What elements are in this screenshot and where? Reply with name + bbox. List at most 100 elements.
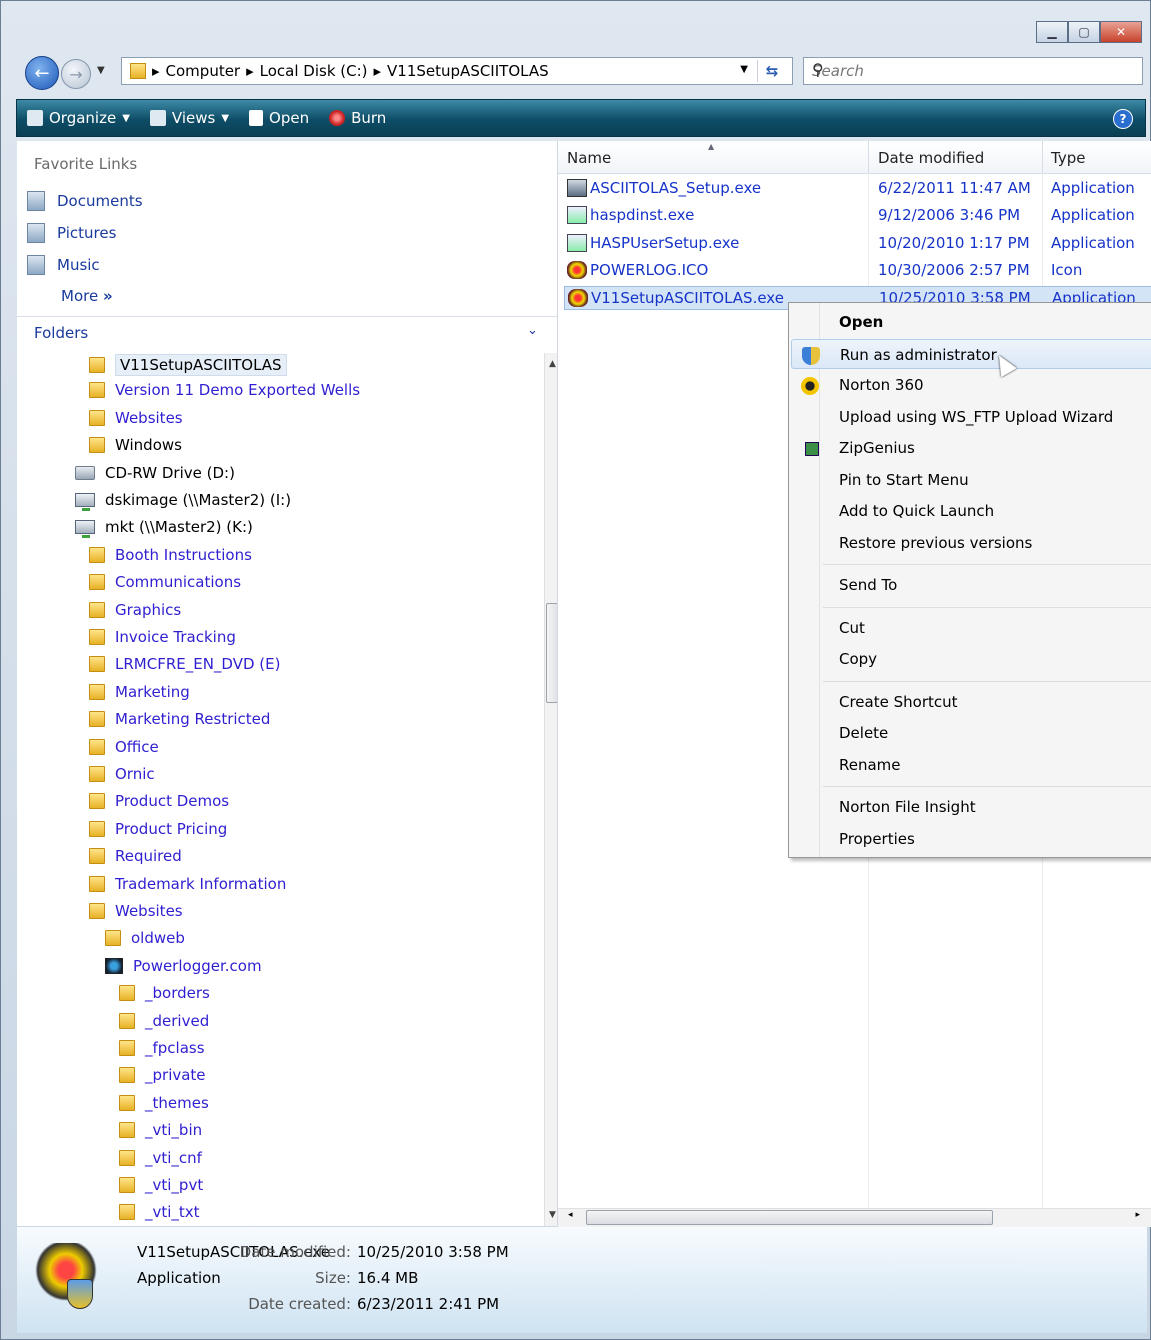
forward-arrow-icon: →: [69, 64, 83, 84]
folder-tree-item[interactable]: _themes: [119, 1094, 209, 1112]
menu-item-label: Delete: [839, 724, 889, 742]
file-date-modified: 6/22/2011 11:47 AM: [878, 179, 1031, 197]
folder-tree-item[interactable]: Product Pricing: [89, 820, 227, 838]
help-icon[interactable]: ?: [1113, 109, 1133, 129]
folder-tree-item[interactable]: Required: [89, 847, 182, 865]
menu-item-label: Cut: [839, 618, 865, 637]
favorite-documents[interactable]: Documents: [27, 191, 143, 211]
views-button[interactable]: Views ▼: [149, 109, 229, 127]
menu-item-send-to[interactable]: Send To: [791, 570, 1151, 600]
scroll-thumb[interactable]: [546, 603, 557, 703]
date-modified-value: 10/25/2010 3:58 PM: [357, 1243, 509, 1261]
maximize-button[interactable]: ▢: [1068, 21, 1100, 43]
folder-tree-item[interactable]: _vti_pvt: [119, 1176, 203, 1194]
menu-item-create-shortcut[interactable]: Create Shortcut: [791, 687, 1151, 717]
folder-tree-item[interactable]: _borders: [119, 984, 210, 1002]
menu-item-zipgenius[interactable]: ZipGenius: [791, 433, 1151, 463]
menu-item-rename[interactable]: Rename: [791, 750, 1151, 780]
folder-tree-item[interactable]: Marketing Restricted: [89, 710, 270, 728]
address-bar[interactable]: ▸ Computer ▸ Local Disk (C:) ▸ V11SetupA…: [121, 57, 793, 85]
breadcrumb-current-folder[interactable]: V11SetupASCIITOLAS: [387, 62, 549, 80]
menu-item-upload-using-ws-ftp-upload-wizard[interactable]: Upload using WS_FTP Upload Wizard: [791, 402, 1151, 432]
menu-item-run-as-administrator[interactable]: Run as administrator: [791, 338, 1151, 369]
folder-tree-item[interactable]: LRMCFRE_EN_DVD (E): [89, 655, 280, 673]
menu-item-restore-previous-versions[interactable]: Restore previous versions: [791, 528, 1151, 558]
folder-icon: [89, 766, 105, 782]
menu-item-norton-360[interactable]: Norton 360: [791, 370, 1151, 400]
column-type[interactable]: Type: [1051, 149, 1085, 167]
minimize-button[interactable]: ▁: [1036, 21, 1068, 43]
folder-tree-item[interactable]: Ornic: [89, 765, 155, 783]
file-type: Application: [1051, 179, 1135, 197]
file-list-horizontal-scrollbar[interactable]: ◂ ▸: [558, 1208, 1151, 1227]
folder-tree-item[interactable]: Booth Instructions: [89, 546, 252, 564]
folder-tree-scrollbar[interactable]: ▲ ▼: [544, 353, 557, 1226]
folder-tree-item[interactable]: Product Demos: [89, 792, 229, 810]
breadcrumb-local-disk[interactable]: Local Disk (C:): [260, 62, 368, 80]
folder-tree-item[interactable]: _vti_cnf: [119, 1149, 202, 1167]
folder-tree-item[interactable]: _private: [119, 1066, 206, 1084]
more-links-button[interactable]: More »: [61, 287, 113, 305]
folder-tree-item[interactable]: mkt (\\Master2) (K:): [75, 518, 253, 539]
folder-tree-item[interactable]: Communications: [89, 573, 241, 591]
horizontal-scroll-thumb[interactable]: [586, 1210, 993, 1225]
folder-tree-item[interactable]: oldweb: [105, 929, 185, 947]
folder-tree-item[interactable]: Websites: [89, 409, 183, 427]
bug-icon: [568, 289, 588, 308]
menu-item-norton-file-insight[interactable]: Norton File Insight: [791, 792, 1151, 822]
menu-item-properties[interactable]: Properties: [791, 824, 1151, 854]
file-row[interactable]: ASCIITOLAS_Setup.exe 6/22/2011 11:47 AM Ap…: [564, 177, 1151, 201]
folder-tree-item[interactable]: V11SetupASCIITOLAS: [89, 354, 287, 376]
folder-tree-item[interactable]: Invoice Tracking: [89, 628, 236, 646]
scroll-left-icon[interactable]: ◂: [568, 1210, 573, 1220]
folder-tree-item[interactable]: Windows: [89, 436, 182, 454]
folder-tree-item[interactable]: Powerlogger.com: [105, 957, 262, 975]
file-name: POWERLOG.ICO: [590, 260, 709, 279]
close-button[interactable]: ✕: [1100, 21, 1142, 43]
folder-tree-item[interactable]: _derived: [119, 1012, 209, 1030]
folder-tree-item[interactable]: Websites: [89, 902, 183, 920]
folder-tree-item[interactable]: _vti_txt: [119, 1203, 200, 1221]
folder-tree-item[interactable]: Trademark Information: [89, 875, 286, 893]
norton-icon: [801, 377, 819, 395]
menu-item-cut[interactable]: Cut: [791, 613, 1151, 643]
favorite-music[interactable]: Music: [27, 255, 100, 275]
refresh-icon[interactable]: ⇆: [757, 60, 786, 82]
menu-item-open[interactable]: Open: [791, 307, 1151, 337]
breadcrumb-computer[interactable]: Computer: [166, 62, 241, 80]
file-row[interactable]: HASPUserSetup.exe 10/20/2010 1:17 PM Appli…: [564, 232, 1151, 256]
menu-item-copy[interactable]: Copy: [791, 644, 1151, 674]
search-icon[interactable]: ⚲: [812, 60, 1136, 79]
folder-tree-item[interactable]: Office: [89, 738, 159, 756]
menu-separator: [823, 786, 1151, 787]
menu-item-delete[interactable]: Delete: [791, 718, 1151, 748]
scroll-up-icon[interactable]: ▲: [549, 359, 556, 369]
folder-tree-item[interactable]: Graphics: [89, 601, 181, 619]
file-row[interactable]: POWERLOG.ICO 10/30/2006 2:57 PM Icon: [564, 259, 1151, 283]
folder-tree-item[interactable]: _fpclass: [119, 1039, 205, 1057]
folder-tree-item[interactable]: CD-RW Drive (D:): [75, 464, 235, 482]
search-input[interactable]: Search ⚲: [803, 57, 1143, 85]
menu-item-pin-to-start-menu[interactable]: Pin to Start Menu: [791, 465, 1151, 495]
column-name[interactable]: Name: [567, 149, 611, 167]
menu-item-add-to-quick-launch[interactable]: Add to Quick Launch: [791, 496, 1151, 526]
organize-button[interactable]: Organize ▼: [27, 109, 130, 127]
folder-tree-item[interactable]: _vti_bin: [119, 1121, 202, 1139]
recent-pages-dropdown[interactable]: ▼: [97, 65, 105, 76]
scroll-down-icon[interactable]: ▼: [549, 1210, 556, 1220]
folder-tree-item[interactable]: Marketing: [89, 683, 190, 701]
folder-tree-label: oldweb: [131, 929, 185, 948]
scroll-right-icon[interactable]: ▸: [1135, 1210, 1140, 1220]
folder-tree-item[interactable]: Version 11 Demo Exported Wells: [89, 381, 360, 399]
favorite-pictures[interactable]: Pictures: [27, 223, 116, 243]
folder-tree-label: Version 11 Demo Exported Wells: [115, 381, 361, 400]
forward-button[interactable]: →: [61, 59, 91, 89]
folder-tree-item[interactable]: dskimage (\\Master2) (I:): [75, 491, 291, 511]
file-row[interactable]: haspdinst.exe 9/12/2006 3:46 PM Applicatio…: [564, 204, 1151, 228]
open-button[interactable]: Open: [249, 109, 309, 127]
address-dropdown-icon[interactable]: ▼: [740, 64, 748, 75]
burn-button[interactable]: Burn: [329, 109, 386, 127]
column-date-modified[interactable]: Date modified: [878, 149, 984, 167]
back-button[interactable]: ←: [25, 56, 59, 90]
folders-header[interactable]: Folders ⌄: [17, 316, 557, 349]
